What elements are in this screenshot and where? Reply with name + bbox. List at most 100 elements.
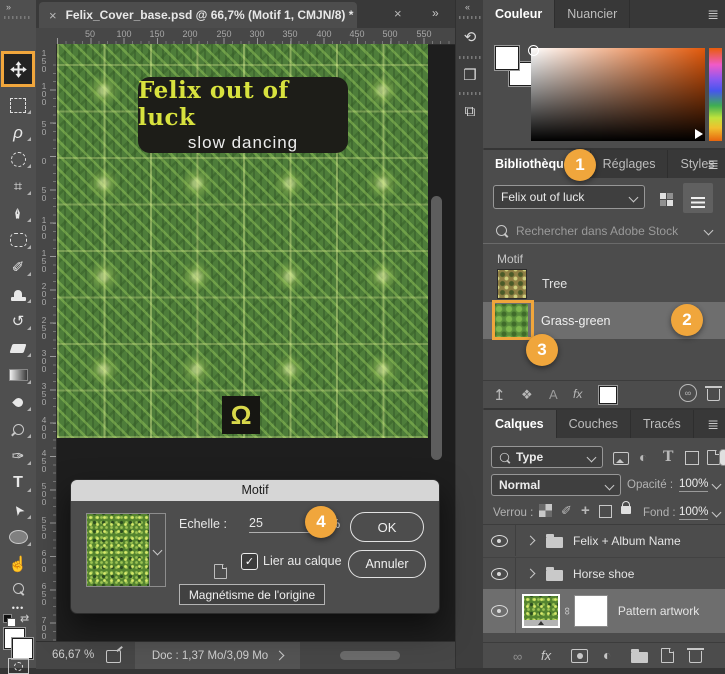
- new-group-icon[interactable]: [631, 649, 648, 663]
- saturation-field[interactable]: [531, 48, 705, 141]
- tab-calques[interactable]: Calques: [483, 410, 557, 438]
- canvas-vertical-scrollbar[interactable]: [431, 196, 442, 460]
- lasso-tool[interactable]: ρ: [0, 120, 36, 144]
- lock-position-icon[interactable]: +: [581, 502, 590, 519]
- export-icon[interactable]: [106, 650, 121, 663]
- dodge-tool[interactable]: [0, 417, 36, 441]
- libraries-trash-icon[interactable]: [707, 385, 720, 401]
- history-brush-tool[interactable]: ↺: [0, 309, 36, 333]
- fill-value[interactable]: 100%: [679, 506, 708, 520]
- dock-collapse-icon[interactable]: «: [465, 2, 470, 12]
- library-select[interactable]: Felix out of luck: [493, 185, 645, 209]
- gradient-tool[interactable]: [0, 363, 36, 387]
- tab-nuancier[interactable]: Nuancier: [555, 0, 630, 28]
- ok-button[interactable]: OK: [350, 512, 424, 542]
- pattern-dropdown-arrow[interactable]: [150, 514, 165, 586]
- pattern-layer-thumbnail[interactable]: [522, 594, 560, 628]
- libraries-panel-menu-icon[interactable]: ≣: [707, 156, 719, 173]
- cancel-button[interactable]: Annuler: [348, 550, 426, 578]
- materials-panel-button[interactable]: ❒: [456, 62, 484, 88]
- clone-stamp-tool[interactable]: [0, 282, 36, 306]
- crop-tool[interactable]: ⌗: [0, 174, 36, 198]
- hand-tool[interactable]: ☝: [0, 552, 36, 576]
- move-tool[interactable]: [1, 51, 35, 87]
- swap-colors-icon[interactable]: ⇄: [20, 612, 29, 625]
- doc-size-indicator[interactable]: Doc : 1,37 Mo/3,09 Mo: [135, 642, 300, 669]
- link-to-layer-checkbox[interactable]: ✓: [241, 553, 258, 570]
- tree-thumbnail[interactable]: [497, 269, 527, 299]
- upload-icon[interactable]: ↥: [493, 386, 506, 404]
- type-tool[interactable]: T: [0, 471, 36, 495]
- eyedropper-tool[interactable]: ✒: [0, 201, 36, 225]
- blur-tool[interactable]: [0, 390, 36, 414]
- marquee-tool[interactable]: [0, 93, 36, 117]
- color-panel-menu-icon[interactable]: ≣: [707, 6, 719, 23]
- link-layers-icon[interactable]: ∞: [513, 649, 522, 664]
- color-picker-marker[interactable]: [528, 45, 539, 56]
- object-selection-tool[interactable]: [0, 147, 36, 171]
- path-selection-tool[interactable]: ➤: [0, 498, 36, 522]
- pattern-preview-dropdown[interactable]: [86, 513, 166, 587]
- search-chevron-icon[interactable]: [704, 226, 714, 236]
- visibility-toggle[interactable]: [483, 525, 516, 556]
- fill-chevron-icon[interactable]: [712, 508, 722, 518]
- filter-toggle[interactable]: [719, 449, 725, 466]
- fx-icon[interactable]: fx: [573, 387, 582, 401]
- layer-filter-select[interactable]: Type: [491, 446, 603, 468]
- expand-group-icon[interactable]: [526, 569, 536, 579]
- canvas-horizontal-scrollbar[interactable]: [340, 651, 400, 660]
- foreground-swatch[interactable]: [495, 46, 519, 70]
- lock-artboard-icon[interactable]: [599, 505, 612, 518]
- shape-tool[interactable]: [0, 525, 36, 549]
- list-view-button[interactable]: [683, 183, 713, 213]
- quick-mask-button[interactable]: [0, 658, 36, 674]
- creative-cloud-icon[interactable]: ∞: [679, 384, 697, 402]
- layer-row-pattern-artwork[interactable]: ∞ Pattern artwork: [483, 589, 725, 633]
- lock-all-icon[interactable]: [621, 500, 631, 514]
- vertical-ruler[interactable]: 150 100 50 0 50 100 150 200 250 300 350 …: [36, 44, 57, 641]
- character-style-icon[interactable]: A: [549, 387, 558, 402]
- tab-couches[interactable]: Couches: [557, 410, 631, 438]
- layers-panel-menu-icon[interactable]: ≣: [707, 416, 719, 433]
- blend-mode-select[interactable]: Normal: [491, 474, 621, 496]
- fill-color-swatch[interactable]: [599, 386, 617, 404]
- link-mask-icon[interactable]: ∞: [561, 607, 573, 615]
- zoom-level[interactable]: 66,67 %: [52, 649, 94, 661]
- healing-brush-tool[interactable]: [0, 228, 36, 252]
- stock-search-field[interactable]: Rechercher dans Adobe Stock: [483, 218, 725, 244]
- eraser-tool[interactable]: [0, 336, 36, 360]
- horizontal-ruler[interactable]: 50 100 150 200 250 300 350 400 450 500 5…: [56, 28, 455, 45]
- shapes-panel-button[interactable]: ⧉: [456, 98, 484, 124]
- library-item-tree[interactable]: Tree: [483, 268, 725, 300]
- layer-row-felix-album[interactable]: Felix + Album Name: [483, 525, 725, 556]
- tab-close-icon[interactable]: ×: [49, 9, 57, 22]
- toolbar-expand-icon[interactable]: »: [6, 2, 11, 12]
- brush-tool[interactable]: ✐: [0, 255, 36, 279]
- opacity-value[interactable]: 100%: [679, 478, 708, 492]
- add-graphic-icon[interactable]: ❖: [521, 387, 533, 403]
- default-colors-control[interactable]: ⇄: [3, 612, 33, 626]
- toolbar-gripper[interactable]: [4, 16, 32, 19]
- lock-transparency-icon[interactable]: [539, 504, 552, 517]
- layer-style-icon[interactable]: fx: [541, 648, 551, 663]
- snap-to-origin-button[interactable]: Magnétisme de l'origine: [179, 584, 325, 605]
- grid-view-button[interactable]: [655, 190, 677, 208]
- ruler-origin[interactable]: [36, 28, 57, 45]
- expand-group-icon[interactable]: [526, 536, 536, 546]
- layer-mask-thumbnail[interactable]: [574, 595, 608, 627]
- filter-type-icon[interactable]: T: [663, 449, 673, 465]
- adjustment-layer-icon[interactable]: ◐: [603, 647, 611, 663]
- filter-image-icon[interactable]: [613, 452, 629, 465]
- new-layer-icon[interactable]: [661, 648, 674, 663]
- tabbar-overflow-icon[interactable]: »: [432, 6, 439, 20]
- delete-layer-icon[interactable]: [689, 647, 702, 663]
- tab-traces[interactable]: Tracés: [631, 410, 694, 438]
- lock-paint-icon[interactable]: ✐: [561, 503, 572, 519]
- opacity-chevron-icon[interactable]: [712, 480, 722, 490]
- add-mask-icon[interactable]: [571, 649, 588, 663]
- hue-slider[interactable]: [709, 48, 722, 141]
- pen-tool[interactable]: ✑: [0, 444, 36, 468]
- filter-adjustment-icon[interactable]: ◐: [639, 449, 647, 465]
- filter-shape-icon[interactable]: [685, 451, 699, 465]
- tabbar-close-icon[interactable]: ×: [394, 7, 402, 20]
